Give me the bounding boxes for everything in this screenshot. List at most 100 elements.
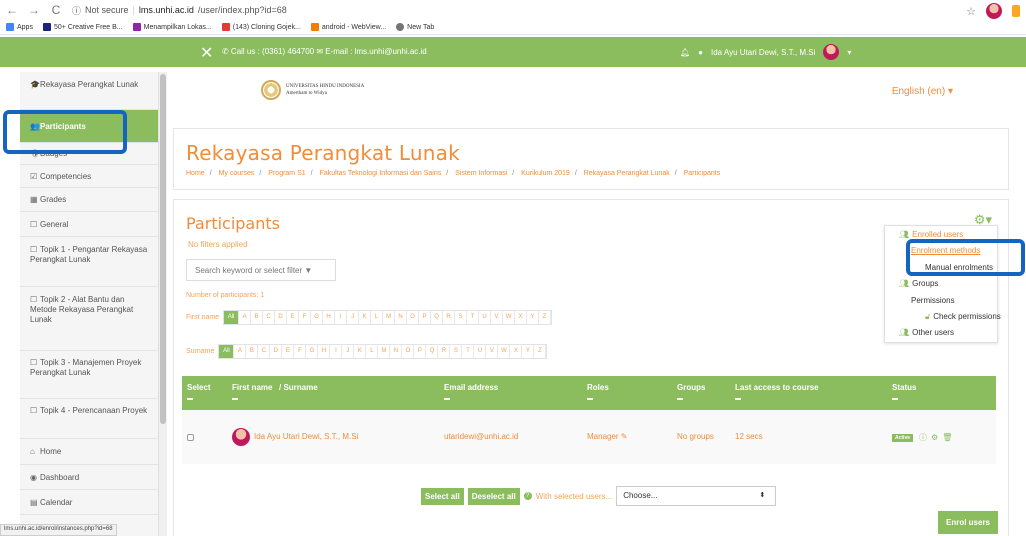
initial-letter-n[interactable]: N	[390, 345, 403, 358]
sidebar-item-general[interactable]: ☐ General	[20, 212, 158, 237]
initial-letter-t[interactable]: T	[462, 345, 475, 358]
sidebar-item-topik-2[interactable]: ☐ Topik 2 - Alat Bantu dan Metode Rekayas…	[20, 287, 158, 351]
initial-letter-a[interactable]: A	[239, 311, 252, 324]
breadcrumb-program[interactable]: Program S1	[268, 170, 305, 177]
collapse-icon[interactable]	[187, 398, 193, 400]
sidebar-item-topik-4[interactable]: ☐ Topik 4 - Perencanaan Proyek	[20, 399, 158, 439]
gear-icon[interactable]: ⚙	[931, 433, 938, 442]
column-surname[interactable]: / Surname	[279, 383, 318, 392]
initial-letter-j[interactable]: J	[342, 345, 355, 358]
enrol-users-button[interactable]: Enrol users	[937, 511, 998, 534]
column-email[interactable]: Email address	[444, 383, 498, 392]
bookmark-apps[interactable]: Apps	[6, 23, 33, 31]
participant-avatar[interactable]	[232, 428, 250, 446]
initial-letter-o[interactable]: O	[407, 311, 420, 324]
initial-letter-d[interactable]: D	[270, 345, 283, 358]
user-name[interactable]: Ida Ayu Utari Dewi, S.T., M.Si	[711, 48, 815, 57]
initial-letter-b[interactable]: B	[251, 311, 264, 324]
sidebar-item-grades[interactable]: ▦ Grades	[20, 188, 158, 212]
initial-letter-w[interactable]: W	[503, 311, 516, 324]
initial-letter-i[interactable]: I	[330, 345, 343, 358]
breadcrumb-course[interactable]: Rekayasa Perangkat Lunak	[584, 170, 670, 177]
profile-avatar-icon[interactable]	[986, 3, 1002, 19]
column-first-name[interactable]: First name	[232, 383, 272, 392]
collapse-icon[interactable]	[587, 398, 593, 400]
scrollbar-thumb[interactable]	[160, 74, 166, 424]
sidebar-item-topik-1[interactable]: ☐ Topik 1 - Pengantar Rekayasa Perangkat …	[20, 237, 158, 287]
bookmark-lokasi[interactable]: Menampilkan Lokas...	[132, 23, 212, 31]
bulk-action-select[interactable]: Choose... ⬍	[616, 486, 777, 506]
initial-letter-u[interactable]: U	[474, 345, 487, 358]
extension-icon[interactable]	[1012, 5, 1020, 17]
initial-letter-f[interactable]: F	[299, 311, 312, 324]
initial-all[interactable]: All	[224, 311, 240, 324]
help-icon[interactable]: ?	[523, 492, 532, 500]
bookmark-creative[interactable]: 50+ Creative Free B...	[42, 23, 123, 31]
initial-letter-w[interactable]: W	[498, 345, 511, 358]
initial-letter-h[interactable]: H	[318, 345, 331, 358]
deselect-all-button[interactable]: Deselect all	[467, 487, 520, 505]
initial-letter-p[interactable]: P	[414, 345, 427, 358]
initial-letter-r[interactable]: R	[438, 345, 451, 358]
initial-letter-o[interactable]: O	[402, 345, 415, 358]
sidebar-scrollbar[interactable]	[159, 72, 167, 536]
back-icon[interactable]: ←	[6, 3, 18, 17]
initial-letter-t[interactable]: T	[467, 311, 480, 324]
collapse-icon[interactable]	[892, 398, 898, 400]
initial-letter-v[interactable]: V	[491, 311, 504, 324]
initial-letter-m[interactable]: M	[378, 345, 391, 358]
column-last-access[interactable]: Last access to course	[735, 383, 819, 392]
initial-letter-y[interactable]: Y	[527, 311, 540, 324]
initial-letter-i[interactable]: I	[335, 311, 348, 324]
initial-letter-q[interactable]: Q	[426, 345, 439, 358]
initial-letter-m[interactable]: M	[383, 311, 396, 324]
bell-icon[interactable]: 🔔︎	[680, 48, 690, 57]
star-icon[interactable]: ☆	[966, 5, 976, 18]
sidebar-item-competencies[interactable]: ☑ Competencies	[20, 165, 158, 188]
initial-letter-d[interactable]: D	[275, 311, 288, 324]
forward-icon[interactable]: →	[28, 3, 40, 17]
sidebar-item-course[interactable]: 🎓Rekayasa Perangkat Lunak	[20, 72, 158, 110]
bookmark-android[interactable]: android - WebView...	[310, 23, 386, 31]
initial-letter-e[interactable]: E	[282, 345, 295, 358]
menu-enrolled-users[interactable]: 👥︎ Enrolled users	[899, 230, 963, 239]
initial-letter-l[interactable]: L	[371, 311, 384, 324]
initial-letter-z[interactable]: Z	[534, 345, 547, 358]
search-filter-input[interactable]: Search keyword or select filter ▼	[186, 259, 336, 281]
user-menu-caret-icon[interactable]: ▾	[847, 48, 851, 57]
breadcrumb-my-courses[interactable]: My courses	[219, 170, 255, 177]
initial-letter-k[interactable]: K	[359, 311, 372, 324]
initial-letter-c[interactable]: C	[258, 345, 271, 358]
initial-letter-s[interactable]: S	[455, 311, 468, 324]
collapse-icon[interactable]	[735, 398, 741, 400]
initial-letter-u[interactable]: U	[479, 311, 492, 324]
bookmark-newtab[interactable]: New Tab	[396, 23, 434, 31]
initial-letter-j[interactable]: J	[347, 311, 360, 324]
initial-letter-a[interactable]: A	[234, 345, 247, 358]
breadcrumb-department[interactable]: Sistem Informasi	[455, 170, 507, 177]
initial-letter-k[interactable]: K	[354, 345, 367, 358]
initial-letter-n[interactable]: N	[395, 311, 408, 324]
select-all-button[interactable]: Select all	[421, 487, 464, 505]
address-bar[interactable]: ⓘ Not secure | lms.unhi.ac.id/user/index…	[72, 4, 287, 17]
bookmark-gojek[interactable]: (143) Cloning Gojek...	[221, 23, 301, 31]
select-checkbox[interactable]	[187, 434, 194, 441]
breadcrumb-curriculum[interactable]: Kurikulum 2019	[521, 170, 570, 177]
menu-groups[interactable]: 👥︎ Groups	[899, 279, 938, 288]
breadcrumb-home[interactable]: Home	[186, 170, 205, 177]
close-drawer-icon[interactable]: ✕	[200, 43, 213, 63]
language-selector[interactable]: English (en) ▾	[892, 86, 953, 97]
initial-letter-b[interactable]: B	[246, 345, 259, 358]
message-icon[interactable]: ●	[698, 48, 703, 57]
collapse-icon[interactable]	[444, 398, 450, 400]
initial-letter-r[interactable]: R	[443, 311, 456, 324]
participant-role[interactable]: Manager ✎	[587, 432, 628, 441]
initial-letter-q[interactable]: Q	[431, 311, 444, 324]
initial-letter-e[interactable]: E	[287, 311, 300, 324]
initial-letter-g[interactable]: G	[311, 311, 324, 324]
breadcrumb-faculty[interactable]: Fakultas Teknologi Informasi dan Sains	[320, 170, 442, 177]
initial-all[interactable]: All	[219, 345, 235, 358]
menu-other-users[interactable]: 👥︎ Other users	[899, 328, 954, 337]
info-icon[interactable]: ⓘ	[919, 432, 927, 443]
sidebar-item-home[interactable]: ⌂ Home	[20, 439, 158, 465]
